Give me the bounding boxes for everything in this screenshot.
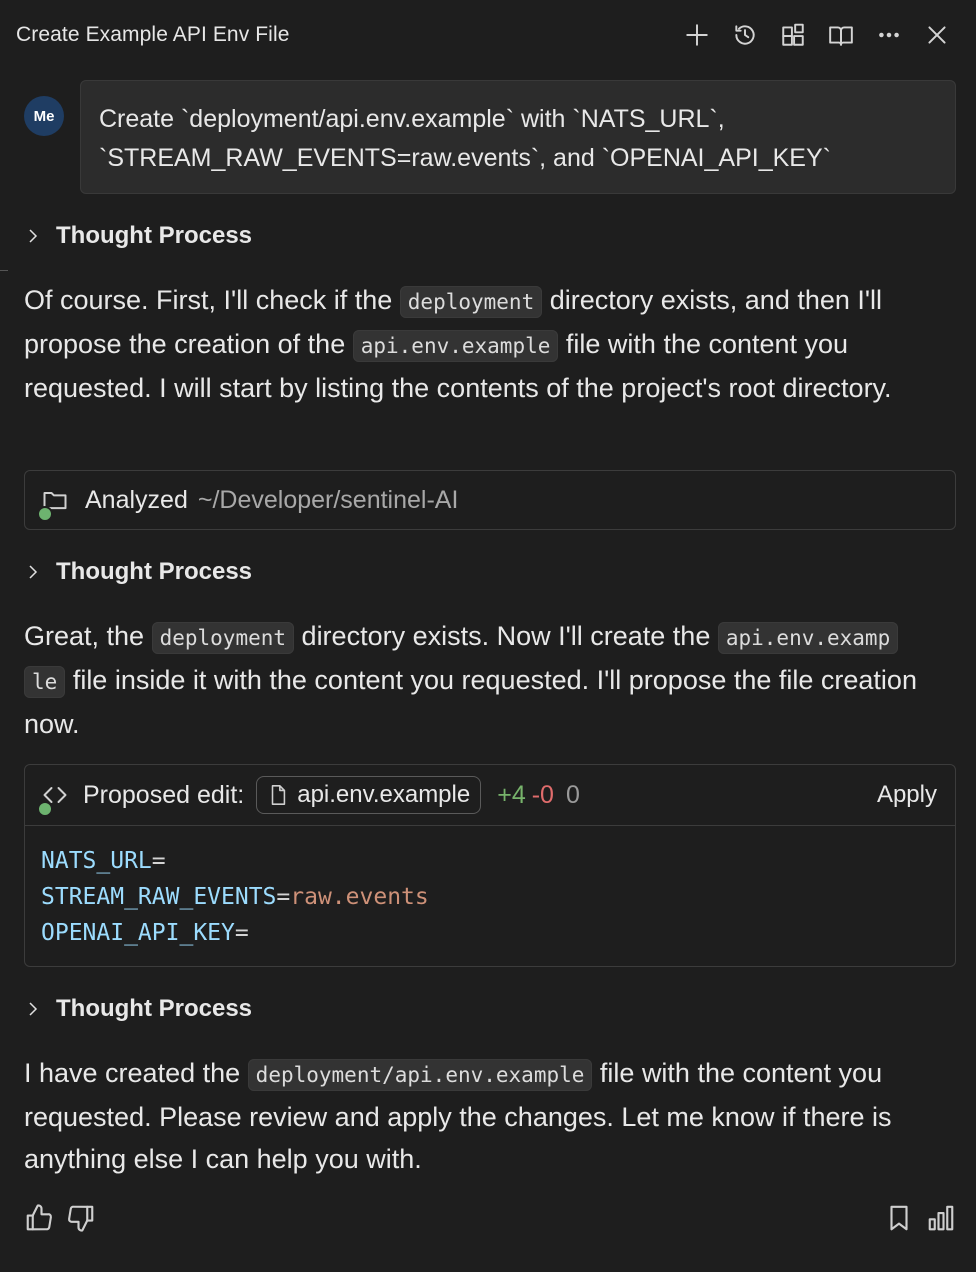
apply-button[interactable]: Apply — [877, 765, 937, 825]
title-bar: Create Example API Env File — [0, 0, 976, 70]
bar-chart-icon[interactable] — [926, 1203, 956, 1233]
env-equals: = — [151, 848, 166, 874]
file-icon — [271, 785, 286, 805]
status-dot — [37, 801, 53, 817]
assistant-message: Great, the deployment directory exists. … — [24, 615, 958, 745]
inline-code: deployment — [399, 286, 543, 318]
code-block: NATS_URL= STREAM_RAW_EVENTS=raw.events O… — [25, 826, 955, 966]
avatar: Me — [24, 96, 64, 136]
inline-code: api.env.examp — [717, 622, 899, 654]
chevron-right-icon — [29, 1002, 38, 1016]
message-text: I have created the — [24, 1058, 241, 1088]
analyzed-tool-call[interactable]: Analyzed ~/Developer/sentinel-AI — [24, 470, 956, 530]
thumbs-up-icon[interactable] — [24, 1203, 54, 1233]
close-icon[interactable] — [922, 20, 952, 50]
inline-code: le — [24, 666, 66, 698]
extensions-icon[interactable] — [778, 20, 808, 50]
lines-added: +4 — [497, 780, 526, 809]
inline-code: deployment/api.env.example — [247, 1059, 593, 1091]
env-key: OPENAI_API_KEY — [41, 920, 235, 946]
env-equals: = — [276, 884, 291, 910]
status-dot — [37, 506, 53, 522]
thought-process-label: Thought Process — [56, 995, 253, 1022]
lines-changed: 0 — [565, 780, 580, 809]
bookmark-icon[interactable] — [884, 1203, 914, 1233]
inline-code: deployment — [151, 622, 295, 654]
thumbs-down-icon[interactable] — [66, 1203, 96, 1233]
folder-icon — [37, 484, 71, 522]
thought-process-toggle[interactable]: Thought Process — [24, 555, 252, 589]
analyzed-path: ~/Developer/sentinel-AI — [197, 485, 459, 514]
lines-removed: -0 — [531, 780, 554, 809]
file-chip[interactable]: api.env.example — [256, 776, 482, 814]
chevron-right-icon — [29, 229, 38, 243]
thought-process-label: Thought Process — [56, 558, 253, 585]
toolbar — [682, 20, 952, 50]
feedback-bar — [24, 1198, 956, 1238]
assistant-message: Of course. First, I'll check if the depl… — [24, 279, 958, 409]
assistant-message: I have created the deployment/api.env.ex… — [24, 1052, 958, 1180]
book-icon[interactable] — [826, 20, 856, 50]
message-text: Of course. First, I'll check if the — [24, 285, 393, 315]
message-text: Great, the — [24, 621, 145, 651]
chat-title: Create Example API Env File — [16, 23, 290, 46]
proposed-edit-header: Proposed edit: api.env.example +4 -0 0 A… — [25, 765, 955, 826]
history-icon[interactable] — [730, 20, 760, 50]
inline-code: api.env.example — [352, 330, 559, 362]
thought-process-toggle[interactable]: Thought Process — [24, 992, 252, 1026]
chevron-right-icon — [29, 565, 38, 579]
env-equals: = — [234, 920, 249, 946]
more-icon[interactable] — [874, 20, 904, 50]
proposed-edit: Proposed edit: api.env.example +4 -0 0 A… — [24, 764, 956, 967]
env-key: STREAM_RAW_EVENTS — [41, 884, 277, 910]
code-line: OPENAI_API_KEY= — [41, 915, 939, 951]
code-icon — [37, 779, 71, 817]
analyzed-label: Analyzed — [85, 485, 188, 514]
file-name: api.env.example — [297, 781, 471, 808]
user-message: Create `deployment/api.env.example` with… — [80, 80, 956, 194]
code-line: NATS_URL= — [41, 843, 939, 879]
code-line: STREAM_RAW_EVENTS=raw.events — [41, 879, 939, 915]
proposed-edit-label: Proposed edit: — [83, 780, 245, 809]
thought-process-toggle[interactable]: Thought Process — [24, 219, 252, 253]
env-key: NATS_URL — [41, 848, 152, 874]
message-text: directory exists. Now I'll create the — [301, 621, 711, 651]
plus-icon[interactable] — [682, 20, 712, 50]
message-text: file inside it with the content you requ… — [24, 665, 917, 739]
thought-process-label: Thought Process — [56, 222, 253, 249]
divider — [0, 270, 8, 271]
env-value: raw.events — [290, 884, 429, 910]
